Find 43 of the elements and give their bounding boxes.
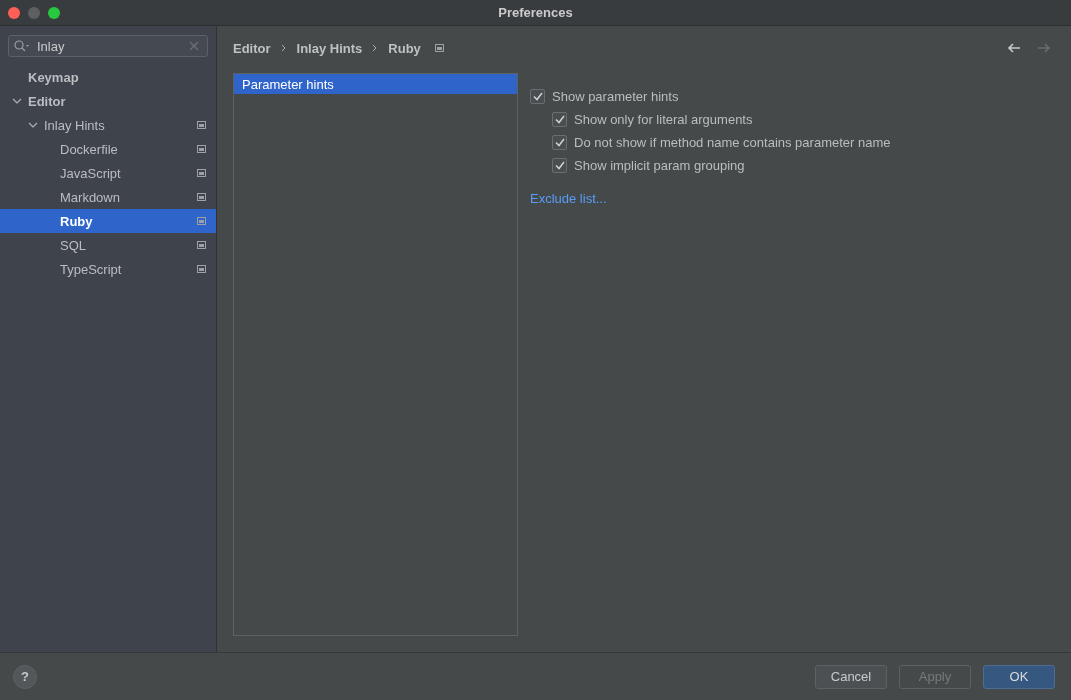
checkbox[interactable] — [552, 158, 567, 173]
tree-item[interactable]: JavaScript — [0, 161, 216, 185]
page-icon — [197, 145, 206, 153]
checkbox-option[interactable]: Show parameter hints — [530, 85, 679, 108]
tree-item[interactable]: Editor — [0, 89, 216, 113]
close-icon[interactable] — [8, 6, 20, 19]
chevron-icon — [12, 96, 22, 106]
chevron-icon — [372, 44, 379, 52]
chevron-icon — [28, 120, 38, 130]
dialog-button[interactable]: Cancel — [815, 664, 887, 689]
page-icon — [197, 121, 206, 129]
page-icon — [434, 44, 444, 52]
zoom-icon[interactable] — [48, 6, 60, 19]
dialog-button[interactable]: OK — [983, 664, 1055, 689]
checkbox-option[interactable]: Show implicit param grouping — [552, 154, 891, 177]
exclude-list-link[interactable]: Exclude list... — [530, 191, 607, 206]
page-icon — [197, 193, 206, 201]
back-arrow-icon[interactable] — [1007, 43, 1021, 53]
tree-item[interactable]: SQL — [0, 233, 216, 257]
checkbox-option[interactable]: Show only for literal arguments — [552, 108, 891, 131]
search-field[interactable]: Inlay — [8, 35, 208, 57]
breadcrumb-item: Inlay Hints — [296, 40, 363, 56]
tree-item[interactable]: Inlay Hints — [0, 113, 216, 137]
checkbox[interactable] — [552, 112, 567, 127]
page-icon — [197, 169, 206, 177]
window-title: Preferences — [498, 5, 573, 20]
chevron-icon — [280, 44, 287, 52]
tree-item[interactable]: Ruby — [0, 209, 216, 233]
page-icon — [197, 217, 206, 225]
page-icon — [197, 241, 206, 249]
page-icon — [197, 265, 206, 273]
tree-item[interactable]: Markdown — [0, 185, 216, 209]
list-item[interactable]: Parameter hints — [234, 74, 517, 94]
checkbox[interactable] — [552, 135, 567, 150]
tree-item[interactable]: TypeScript — [0, 257, 216, 281]
search-icon — [14, 40, 30, 52]
breadcrumb-item: Ruby — [388, 40, 421, 56]
breadcrumb-item: Editor — [233, 40, 271, 56]
checkbox[interactable] — [530, 89, 545, 104]
checkbox-option[interactable]: Do not show if method name contains parameter name — [552, 131, 891, 154]
tree-item[interactable]: Keymap — [0, 65, 216, 89]
tree-item[interactable]: Dockerfile — [0, 137, 216, 161]
help-button[interactable]: ? — [13, 664, 37, 689]
